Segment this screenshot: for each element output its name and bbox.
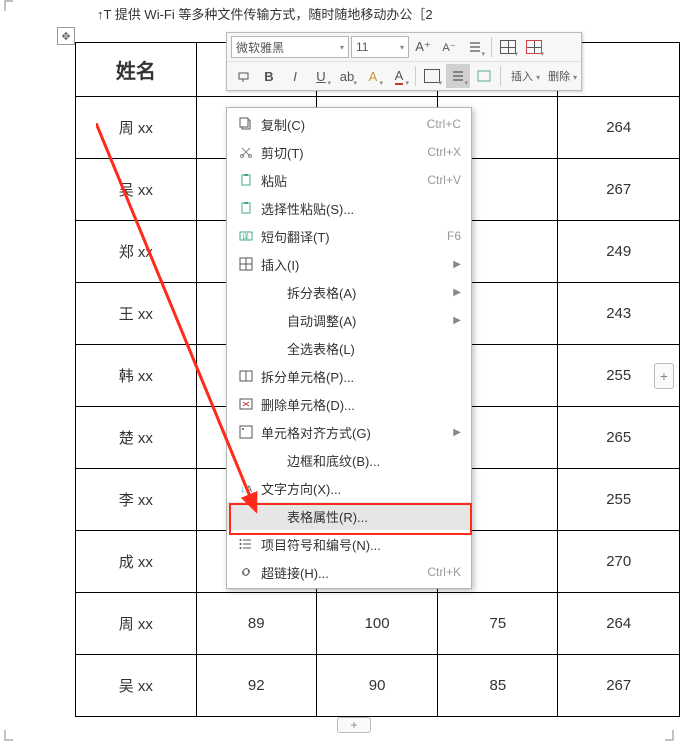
menu-item[interactable]: 自动调整(A)▶ — [227, 306, 471, 334]
menu-item[interactable]: 剪切(T)Ctrl+X — [227, 138, 471, 166]
underline-button[interactable]: U — [309, 64, 333, 88]
menu-item[interactable]: 插入(I)▶ — [227, 250, 471, 278]
blank-icon — [235, 450, 257, 470]
table-insert-button[interactable] — [496, 35, 520, 59]
table-move-handle[interactable]: ✥ — [57, 27, 75, 45]
table-row[interactable]: 吴 xx929085267 — [76, 655, 680, 717]
menu-item-label: 自动调整(A) — [257, 311, 453, 330]
menu-item[interactable]: 复制(C)Ctrl+C — [227, 110, 471, 138]
list-icon — [235, 534, 257, 554]
doc-corner-bl — [2, 729, 14, 741]
table-delete-button[interactable] — [522, 35, 546, 59]
merge-button[interactable] — [472, 64, 496, 88]
align-icon — [235, 422, 257, 442]
align-button[interactable] — [446, 64, 470, 88]
border-button[interactable] — [420, 64, 444, 88]
menu-item-label: 剪切(T) — [257, 143, 427, 162]
menu-item[interactable]: 项目符号和编号(N)... — [227, 530, 471, 558]
mini-toolbar: 微软雅黑▾ 11▾ A⁺ A⁻ B I U ab A A 插入 ▾ 删除 ▾ — [226, 32, 582, 91]
blank-icon — [235, 310, 257, 330]
menu-item[interactable]: 边框和底纹(B)... — [227, 446, 471, 474]
menu-item-label: 超链接(H)... — [257, 563, 427, 582]
doc-corner-tl — [2, 0, 14, 12]
delete-group[interactable]: 删除 ▾ — [548, 68, 577, 84]
banner-text: ↑T 提供 Wi-Fi 等多种文件传输方式，随时随地移动办公［2 — [97, 4, 433, 23]
menu-item[interactable]: 删除单元格(D)... — [227, 390, 471, 418]
menu-item-label: 单元格对齐方式(G) — [257, 423, 453, 442]
menu-item-label: 全选表格(L) — [257, 339, 461, 358]
insert-icon — [235, 254, 257, 274]
text-dir-icon: ↓A — [235, 478, 257, 498]
menu-item[interactable]: 拆分表格(A)▶ — [227, 278, 471, 306]
menu-item[interactable]: 拆分单元格(P)... — [227, 362, 471, 390]
menu-item-label: 选择性粘贴(S)... — [257, 199, 461, 218]
col-header-name[interactable]: 姓名 — [76, 43, 197, 97]
copy-icon — [235, 114, 257, 134]
menu-item[interactable]: 全选表格(L) — [227, 334, 471, 362]
menu-item[interactable]: 粘贴Ctrl+V — [227, 166, 471, 194]
menu-item[interactable]: 超链接(H)...Ctrl+K — [227, 558, 471, 586]
doc-corner-br — [664, 729, 676, 741]
svg-text:译: 译 — [242, 233, 249, 241]
menu-item-label: 拆分单元格(P)... — [257, 367, 461, 386]
menu-item-label: 复制(C) — [257, 115, 427, 134]
strike-button[interactable]: ab — [335, 64, 359, 88]
menu-item[interactable]: 译短句翻译(T)F6 — [227, 222, 471, 250]
blank-icon — [235, 506, 257, 526]
menu-item[interactable]: ↓A文字方向(X)... — [227, 474, 471, 502]
menu-item-label: 短句翻译(T) — [257, 227, 447, 246]
format-painter-button[interactable] — [231, 64, 255, 88]
menu-item[interactable]: 单元格对齐方式(G)▶ — [227, 418, 471, 446]
menu-item[interactable]: 表格属性(R)... — [227, 502, 471, 530]
menu-item-label: 边框和底纹(B)... — [257, 451, 461, 470]
menu-item-label: 项目符号和编号(N)... — [257, 535, 461, 554]
menu-item[interactable]: 选择性粘贴(S)... — [227, 194, 471, 222]
font-color-button[interactable]: A — [387, 64, 411, 88]
svg-text:↓: ↓ — [240, 484, 245, 495]
insert-group[interactable]: 插入 ▾ — [511, 68, 540, 84]
context-menu: 复制(C)Ctrl+C剪切(T)Ctrl+X粘贴Ctrl+V 选择性粘贴(S)..… — [226, 107, 472, 589]
table-row[interactable]: 周 xx8910075264 — [76, 593, 680, 655]
font-size-select[interactable]: 11▾ — [351, 36, 409, 58]
cut-icon — [235, 142, 257, 162]
menu-item-label: 删除单元格(D)... — [257, 395, 461, 414]
menu-item-label: 文字方向(X)... — [257, 479, 461, 498]
paste-special-icon — [235, 198, 257, 218]
add-row-button[interactable]: + — [337, 717, 371, 733]
blank-icon — [235, 282, 257, 302]
link-icon — [235, 562, 257, 582]
delete-icon — [235, 394, 257, 414]
add-column-button[interactable]: + — [654, 363, 674, 389]
highlight-button[interactable]: A — [361, 64, 385, 88]
bold-button[interactable]: B — [257, 64, 281, 88]
translate-icon: 译 — [235, 226, 257, 246]
split-icon — [235, 366, 257, 386]
menu-item-label: 拆分表格(A) — [257, 283, 453, 302]
line-spacing-button[interactable] — [463, 35, 487, 59]
blank-icon — [235, 338, 257, 358]
menu-item-label: 插入(I) — [257, 255, 453, 274]
shrink-font-button[interactable]: A⁻ — [437, 35, 461, 59]
italic-button[interactable]: I — [283, 64, 307, 88]
paste-icon — [235, 170, 257, 190]
menu-item-label: 粘贴 — [257, 171, 427, 190]
menu-item-label: 表格属性(R)... — [257, 507, 461, 526]
grow-font-button[interactable]: A⁺ — [411, 35, 435, 59]
font-select[interactable]: 微软雅黑▾ — [231, 36, 349, 58]
svg-text:A: A — [246, 484, 252, 494]
